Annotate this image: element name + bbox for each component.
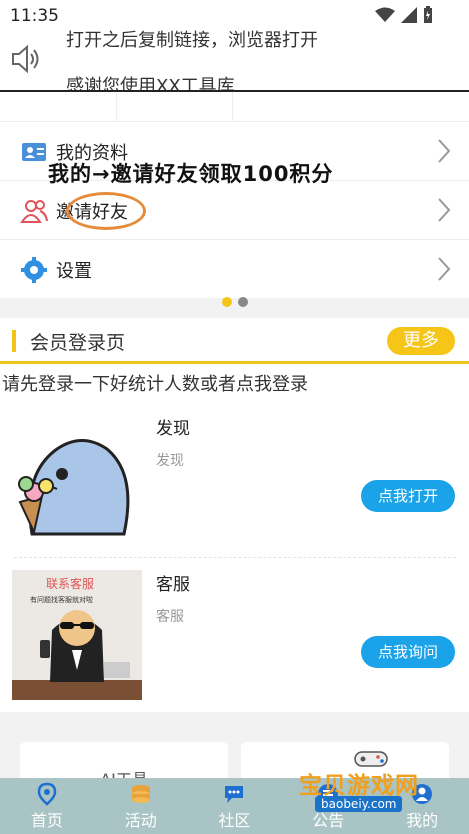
annotation-overlay-text: 我的→邀请好友领取100积分 [48, 162, 334, 186]
status-bar: 11:35 [0, 0, 469, 30]
card-subtitle: 客服 [156, 609, 184, 625]
login-hint-link[interactable]: 请先登录一下好统计人数或者点我登录 [2, 370, 308, 396]
image-subcaption: 有问题找客服就对啦 [30, 595, 93, 604]
nav-label: 社区 [218, 811, 251, 830]
more-button[interactable]: 更多 [387, 327, 455, 355]
profile-card-icon [22, 143, 46, 161]
tab-separator [232, 92, 233, 122]
card-divider [14, 557, 456, 558]
site-watermark: 宝贝游戏网 baobeiy.com [295, 751, 445, 820]
menu-item-settings[interactable]: 设置 [0, 240, 469, 299]
annotation-circle [66, 192, 146, 230]
battery-icon [424, 6, 432, 23]
section-accent-bar [12, 330, 16, 352]
notice-text-2: 感谢您使用XX工具库 [66, 76, 235, 90]
chat-bubble-icon [225, 786, 244, 803]
nav-home[interactable]: 首页 [0, 778, 94, 834]
watermark-url: baobeiy.com [315, 796, 403, 812]
inquire-button[interactable]: 点我询问 [361, 636, 455, 668]
speaker-icon [12, 44, 39, 74]
settings-gear-icon [21, 257, 47, 283]
signal-icon [401, 7, 417, 23]
invite-friends-icon [20, 200, 48, 223]
open-button[interactable]: 点我打开 [361, 480, 455, 512]
card-customer-service: 联系客服 有问题找客服就对啦 客服 客服 点我询问 [0, 560, 469, 712]
nav-activity[interactable]: 活动 [94, 778, 188, 834]
chevron-right-icon [438, 139, 451, 163]
carousel-dot-active[interactable] [221, 297, 232, 307]
carousel-indicator [0, 297, 469, 307]
chevron-right-icon [438, 198, 451, 222]
card-title: 发现 [156, 419, 190, 439]
cat-boss-image: 联系客服 有问题找客服就对啦 [12, 570, 142, 700]
coins-icon [131, 785, 150, 803]
dolphin-mascot-image [12, 414, 142, 544]
nav-label: 首页 [30, 811, 63, 830]
status-time: 11:35 [10, 6, 59, 26]
card-discover: 发现 发现 点我打开 [0, 404, 469, 556]
notice-marquee: 打开之后复制链接，浏览器打开 感谢您使用XX工具库 [0, 22, 469, 90]
member-section-title: 会员登录页 [30, 332, 126, 354]
nav-label: 活动 [124, 811, 157, 830]
status-icons [375, 6, 433, 24]
card-title: 客服 [156, 575, 190, 595]
card-subtitle: 发现 [156, 453, 184, 469]
home-pin-icon [37, 782, 57, 806]
menu-label: 设置 [56, 261, 92, 282]
chevron-right-icon [438, 257, 451, 281]
carousel-dot[interactable] [237, 297, 248, 307]
nav-community[interactable]: 社区 [188, 778, 282, 834]
member-section-header: 会员登录页 更多 [0, 318, 469, 364]
tab-strip [0, 92, 469, 122]
image-caption: 联系客服 [46, 576, 94, 591]
tab-separator [116, 92, 117, 122]
watermark-title: 宝贝游戏网 [299, 773, 419, 799]
wifi-icon [375, 7, 395, 22]
